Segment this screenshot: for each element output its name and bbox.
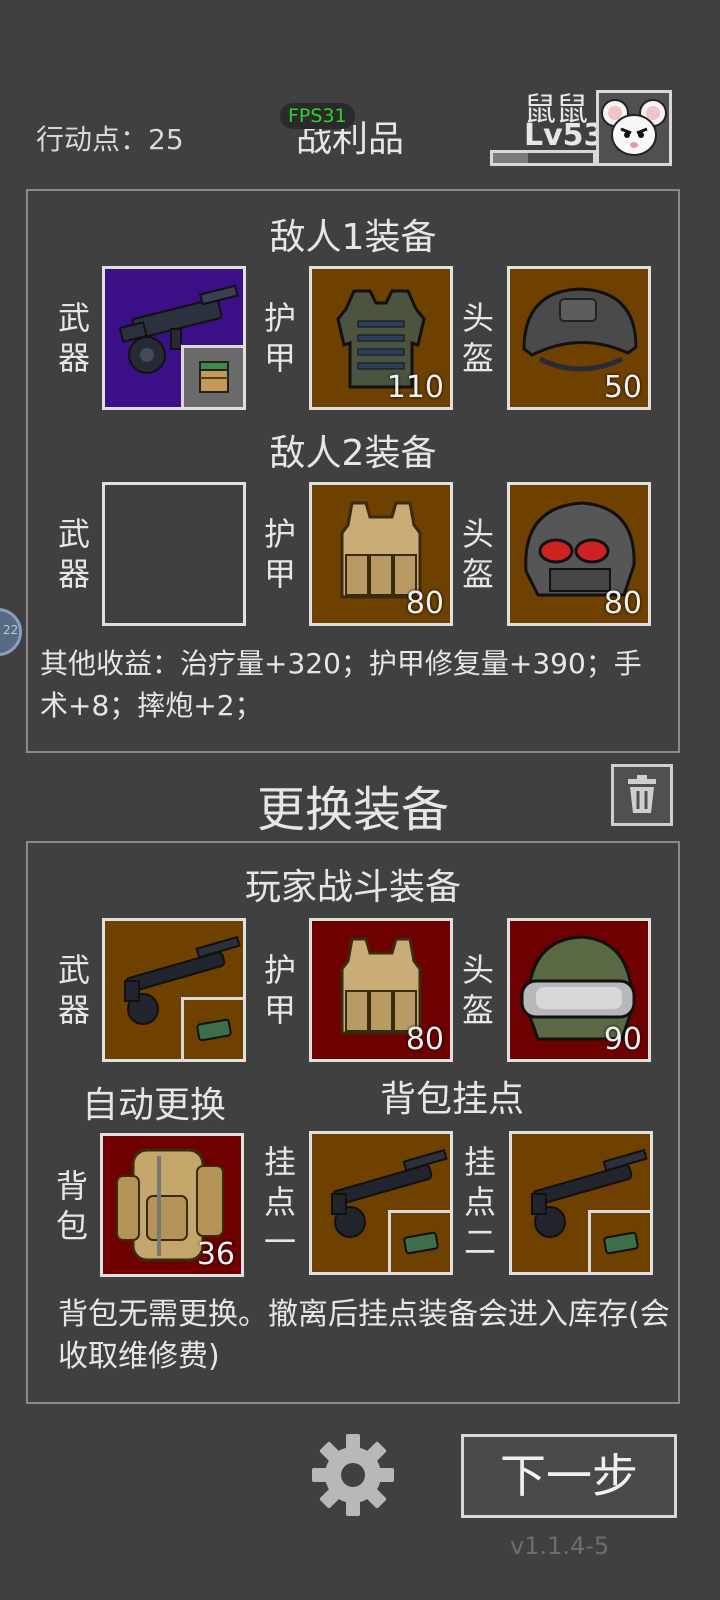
slot1-label: 挂点一 xyxy=(260,1142,300,1262)
next-step-label: 下一步 xyxy=(500,1449,638,1503)
enemy1-armor-slot[interactable]: 110 xyxy=(309,266,453,410)
action-points-label: 行动点： xyxy=(36,123,149,156)
player-equipment-title: 玩家战斗装备 xyxy=(244,867,461,908)
trash-button[interactable] xyxy=(611,764,673,826)
helmet-durability: 80 xyxy=(603,586,642,621)
weapon-label-char: 武 xyxy=(57,299,90,337)
slot1-label-char: 挂 xyxy=(263,1143,296,1181)
auto-replace-button[interactable]: 自动更换 xyxy=(82,1076,226,1128)
change-equipment-title: 更换装备 xyxy=(256,782,449,838)
armor-label-char: 护 xyxy=(263,299,296,337)
helmet-label-char: 盔 xyxy=(461,339,494,377)
backpack-label: 背包 xyxy=(52,1166,92,1246)
fps-badge: FPS31 xyxy=(280,103,355,129)
armor-label-char: 甲 xyxy=(263,555,296,593)
enemy2-armor-slot[interactable]: 80 xyxy=(309,482,453,626)
armor-label: 护甲 xyxy=(260,298,300,378)
backpack-note: 背包无需更换。撤离后挂点装备会进入库存(会收取维修费) xyxy=(58,1297,670,1374)
helmet-label: 头盔 xyxy=(458,298,498,378)
helmet-durability: 50 xyxy=(603,370,642,405)
backpack-slots-title: 背包挂点 xyxy=(380,1079,525,1120)
armor-durability: 80 xyxy=(405,586,444,621)
backpack-label-char: 包 xyxy=(55,1207,88,1245)
backpack-label-char: 背 xyxy=(55,1167,88,1205)
slot2-label-char: 挂 xyxy=(463,1143,496,1181)
armor-label-char: 护 xyxy=(263,951,296,989)
side-badge-text: 22 xyxy=(3,623,19,637)
action-points: 行动点：25 xyxy=(36,118,184,158)
settings-button[interactable] xyxy=(310,1432,396,1518)
ammo-box-icon xyxy=(199,361,229,393)
armor-label: 护甲 xyxy=(260,514,300,594)
ammo-box-slot xyxy=(181,345,243,407)
player-weapon-slot[interactable] xyxy=(102,918,246,1062)
enemy1-title: 敌人1装备 xyxy=(269,217,437,258)
backpack-capacity: 36 xyxy=(196,1237,235,1272)
weapon-label-char: 器 xyxy=(57,555,90,593)
player-armor-slot[interactable]: 80 xyxy=(309,918,453,1062)
weapon-label: 武器 xyxy=(54,514,94,594)
helmet-label: 头盔 xyxy=(458,950,498,1030)
trash-icon xyxy=(628,775,656,813)
helmet-label-char: 头 xyxy=(461,951,494,989)
side-floating-badge[interactable]: 22 xyxy=(0,608,22,656)
next-step-button[interactable]: 下一步 xyxy=(461,1434,677,1518)
player-level: Lv53 xyxy=(524,118,605,153)
armor-label: 护甲 xyxy=(260,950,300,1030)
xp-bar xyxy=(490,150,596,166)
enemy2-title: 敌人2装备 xyxy=(269,433,437,474)
mouse-avatar[interactable] xyxy=(596,90,672,166)
weapon-label: 武器 xyxy=(54,950,94,1030)
ammo-box-icon xyxy=(403,1231,439,1255)
ammo-box-icon xyxy=(196,1018,232,1042)
backpack-slot-1[interactable] xyxy=(309,1131,453,1275)
enemy1-helmet-slot[interactable]: 50 xyxy=(507,266,651,410)
slot1-label-char: 点 xyxy=(263,1183,296,1221)
version-label: v1.1.4-5 xyxy=(510,1532,610,1560)
helmet-label-char: 头 xyxy=(461,299,494,337)
helmet-durability: 90 xyxy=(603,1022,642,1057)
weapon-label-char: 器 xyxy=(57,991,90,1029)
other-gains-text: 其他收益：治疗量+320；护甲修复量+390；手术+8；摔炮+2； xyxy=(40,647,642,722)
slot2-label: 挂点二 xyxy=(460,1142,500,1262)
backpack-slot-2[interactable] xyxy=(509,1131,653,1275)
helmet-label-char: 盔 xyxy=(461,991,494,1029)
ammo-box-slot xyxy=(388,1210,450,1272)
xp-bar-fill xyxy=(493,153,528,163)
backpack-slot[interactable]: 36 xyxy=(100,1133,244,1277)
helmet-label-char: 盔 xyxy=(461,555,494,593)
armor-label-char: 甲 xyxy=(263,991,296,1029)
enemy2-helmet-slot[interactable]: 80 xyxy=(507,482,651,626)
armor-durability: 80 xyxy=(405,1022,444,1057)
action-points-value: 25 xyxy=(148,123,184,156)
armor-label-char: 护 xyxy=(263,515,296,553)
slot2-label-char: 二 xyxy=(463,1223,496,1261)
enemy2-weapon-slot-empty[interactable] xyxy=(102,482,246,626)
gear-icon xyxy=(312,1434,394,1516)
ammo-box-slot xyxy=(588,1210,650,1272)
helmet-label-char: 头 xyxy=(461,515,494,553)
enemy1-weapon-slot[interactable] xyxy=(102,266,246,410)
slot1-label-char: 一 xyxy=(263,1223,296,1261)
ammo-box-slot xyxy=(181,997,243,1059)
ammo-box-icon xyxy=(603,1231,639,1255)
weapon-label: 武器 xyxy=(54,298,94,378)
weapon-label-char: 武 xyxy=(57,951,90,989)
weapon-label-char: 武 xyxy=(57,515,90,553)
weapon-label-char: 器 xyxy=(57,339,90,377)
slot2-label-char: 点 xyxy=(463,1183,496,1221)
helmet-label: 头盔 xyxy=(458,514,498,594)
player-helmet-slot[interactable]: 90 xyxy=(507,918,651,1062)
armor-durability: 110 xyxy=(386,370,444,405)
armor-label-char: 甲 xyxy=(263,339,296,377)
